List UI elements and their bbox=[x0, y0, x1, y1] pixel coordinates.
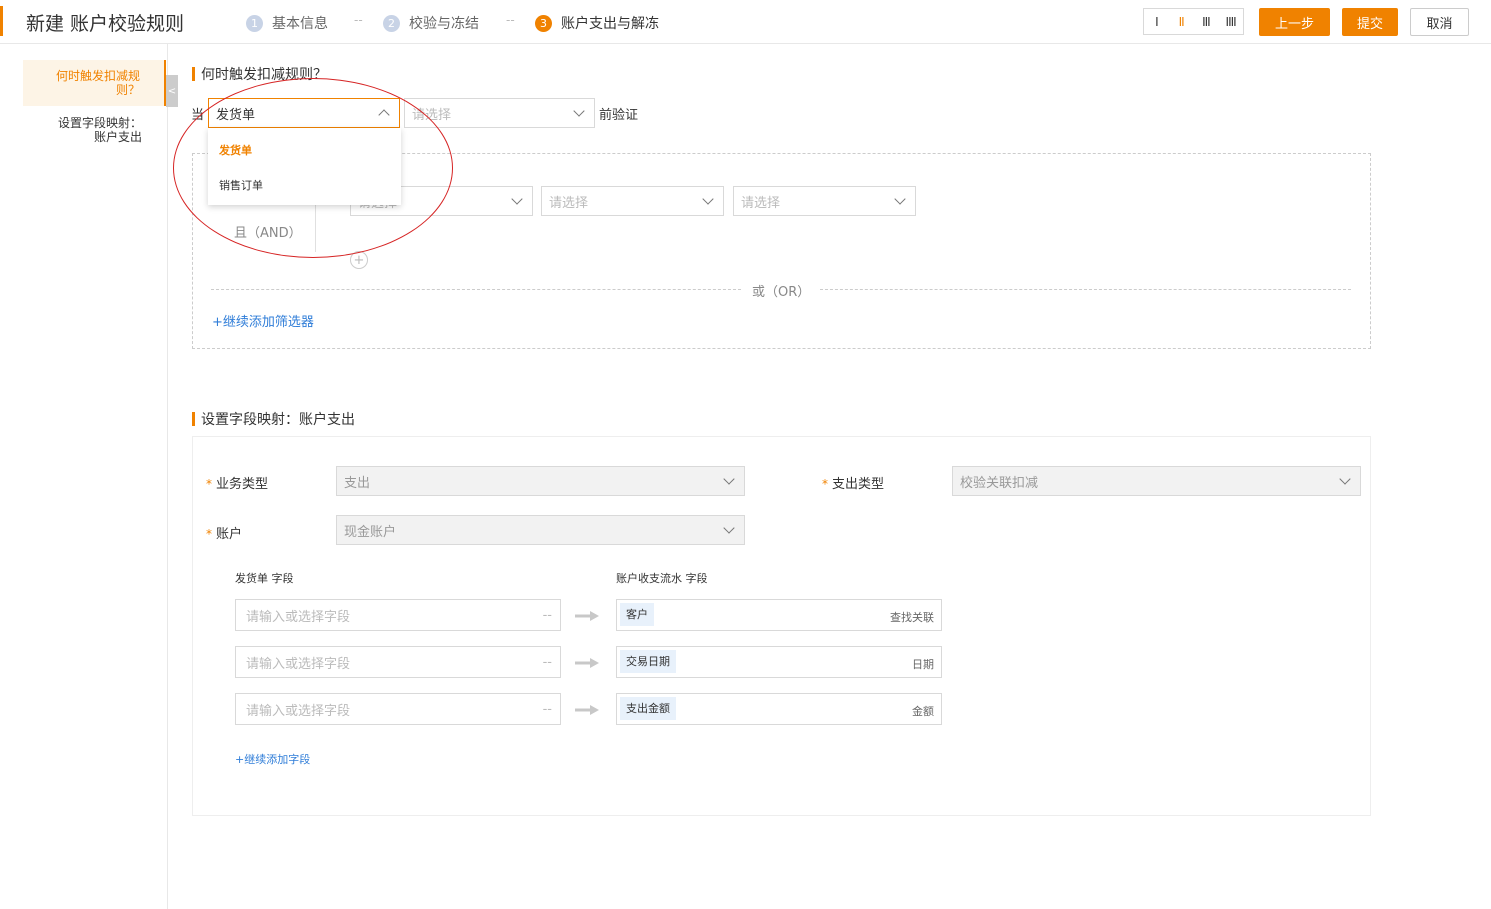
section-anchor-nav: 何时触发扣减规 则？ 设置字段映射： 账户支出 bbox=[0, 44, 168, 909]
dropdown-dash-icon: -- bbox=[542, 655, 552, 670]
or-label: 或（OR） bbox=[752, 285, 811, 300]
chevron-down-icon bbox=[573, 105, 585, 117]
target-field-tag: 客户 bbox=[620, 603, 654, 626]
label-text: 账户 bbox=[216, 527, 243, 542]
layout-3-column-button[interactable]: III bbox=[1194, 9, 1219, 34]
dropdown-dash-icon: -- bbox=[542, 702, 552, 717]
step-label: 校验与冻结 bbox=[409, 16, 479, 32]
account-select[interactable]: 现金账户 bbox=[336, 515, 745, 545]
label-text: 业务类型 bbox=[216, 477, 269, 492]
expense-type-select[interactable]: 校验关联扣减 bbox=[952, 466, 1361, 496]
step-number: 3 bbox=[535, 14, 552, 32]
source-field-input[interactable]: 请输入或选择字段 -- bbox=[235, 693, 561, 725]
step-number: 1 bbox=[246, 14, 263, 32]
source-field-input[interactable]: 请输入或选择字段 -- bbox=[235, 646, 561, 678]
target-field-type: 金额 bbox=[912, 705, 934, 718]
chevron-down-icon bbox=[894, 193, 906, 205]
title-accent-bar bbox=[0, 6, 3, 36]
layout-column-switcher: I II III IIII bbox=[1143, 8, 1244, 35]
target-field-tag: 支出金额 bbox=[620, 697, 676, 720]
before-verify-suffix: 前验证 bbox=[599, 108, 639, 123]
business-type-label: * 业务类型 bbox=[206, 473, 268, 492]
target-field-box[interactable]: 支出金额 金额 bbox=[616, 693, 942, 725]
expense-type-label: * 支出类型 bbox=[822, 473, 884, 492]
step-basic-info[interactable]: 1 基本信息 bbox=[246, 13, 328, 33]
layout-4-column-button[interactable]: IIII bbox=[1218, 9, 1243, 34]
required-mark: * bbox=[206, 477, 212, 491]
layout-2-column-button[interactable]: II bbox=[1169, 9, 1194, 34]
chevron-down-icon bbox=[723, 522, 735, 534]
target-field-header: 账户收支流水 字段 bbox=[616, 572, 708, 585]
select-value: 校验关联扣减 bbox=[960, 475, 1039, 491]
input-placeholder: 请输入或选择字段 bbox=[246, 657, 351, 672]
nav-item-field-mapping[interactable]: 设置字段映射： 账户支出 bbox=[58, 116, 142, 144]
nav-item-label: 账户支出 bbox=[93, 130, 142, 144]
input-placeholder: 请输入或选择字段 bbox=[246, 704, 351, 719]
prev-step-button[interactable]: 上一步 bbox=[1259, 8, 1330, 36]
business-type-select[interactable]: 支出 bbox=[336, 466, 745, 496]
target-field-box[interactable]: 客户 查找关联 bbox=[616, 599, 942, 631]
or-divider-right bbox=[820, 289, 1351, 290]
account-label: * 账户 bbox=[206, 523, 242, 542]
step-verify-freeze[interactable]: 2 校验与冻结 bbox=[383, 13, 479, 33]
step-separator: -- bbox=[506, 13, 515, 27]
arrow-right-icon bbox=[575, 611, 599, 621]
select-placeholder: 请选择 bbox=[549, 195, 589, 211]
add-field-link[interactable]: +继续添加字段 bbox=[235, 751, 310, 767]
nav-item-label: 则？ bbox=[115, 83, 140, 97]
source-field-input[interactable]: 请输入或选择字段 -- bbox=[235, 599, 561, 631]
input-placeholder: 请输入或选择字段 bbox=[246, 610, 351, 625]
chevron-down-icon bbox=[702, 193, 714, 205]
red-annotation-circle bbox=[173, 78, 453, 258]
step-separator: -- bbox=[354, 13, 363, 27]
target-field-tag: 交易日期 bbox=[620, 650, 676, 673]
label-text: 支出类型 bbox=[832, 477, 885, 492]
target-field-type: 查找关联 bbox=[890, 611, 934, 624]
target-field-box[interactable]: 交易日期 日期 bbox=[616, 646, 942, 678]
step-label: 基本信息 bbox=[272, 16, 328, 32]
select-placeholder: 请选择 bbox=[741, 195, 781, 211]
source-field-header: 发货单 字段 bbox=[235, 572, 294, 585]
nav-item-label: 设置字段映射： bbox=[57, 116, 142, 130]
nav-item-label: 何时触发扣减规 bbox=[55, 69, 140, 83]
page-title: 新建 账户校验规则 bbox=[26, 13, 185, 35]
nav-item-trigger-rule[interactable]: 何时触发扣减规 则？ bbox=[23, 60, 166, 106]
arrow-right-icon bbox=[575, 658, 599, 668]
arrow-right-icon bbox=[575, 705, 599, 715]
submit-button[interactable]: 提交 bbox=[1342, 8, 1398, 36]
required-mark: * bbox=[206, 527, 212, 541]
step-label: 账户支出与解冻 bbox=[561, 16, 659, 32]
layout-1-column-button[interactable]: I bbox=[1144, 9, 1169, 34]
filter-operator-select[interactable]: 请选择 bbox=[541, 186, 724, 216]
mapping-section-title: 设置字段映射：账户支出 bbox=[192, 409, 355, 429]
select-value: 现金账户 bbox=[344, 524, 397, 540]
step-expense-unfreeze[interactable]: 3 账户支出与解冻 bbox=[535, 13, 659, 33]
chevron-down-icon bbox=[723, 473, 735, 485]
page-header: 新建 账户校验规则 1 基本信息 -- 2 校验与冻结 -- 3 账户支出与解冻… bbox=[0, 0, 1491, 44]
target-field-type: 日期 bbox=[912, 658, 934, 671]
step-number: 2 bbox=[383, 14, 400, 32]
dropdown-dash-icon: -- bbox=[542, 608, 552, 623]
add-filter-link[interactable]: +继续添加筛选器 bbox=[212, 311, 314, 330]
filter-value-select[interactable]: 请选择 bbox=[733, 186, 916, 216]
chevron-down-icon bbox=[511, 193, 523, 205]
select-value: 支出 bbox=[344, 475, 371, 491]
cancel-button[interactable]: 取消 bbox=[1410, 8, 1469, 36]
required-mark: * bbox=[822, 477, 828, 491]
chevron-down-icon bbox=[1339, 473, 1351, 485]
collapse-nav-icon[interactable]: < bbox=[166, 75, 178, 107]
or-divider-left bbox=[211, 289, 741, 290]
